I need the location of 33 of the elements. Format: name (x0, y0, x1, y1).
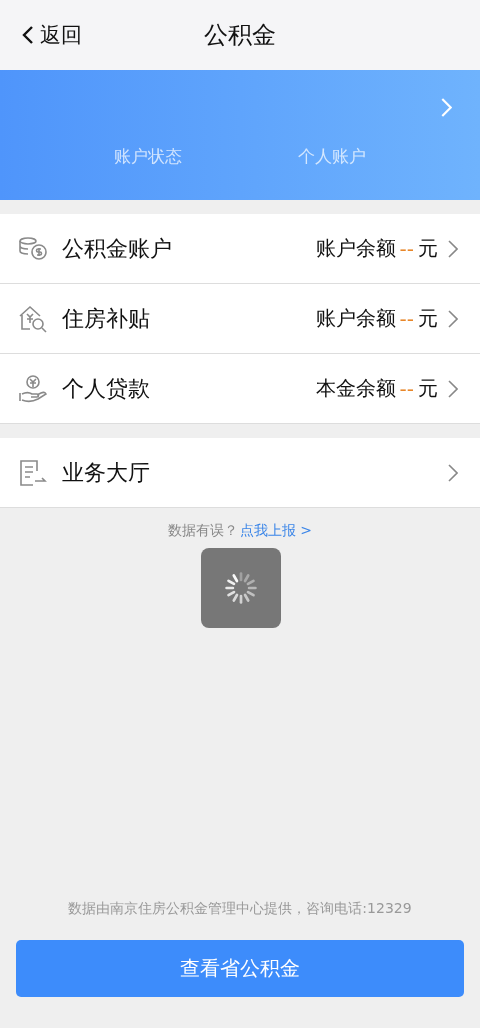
banner-label: 个人账户 (298, 145, 366, 168)
page-title: 公积金 (204, 20, 276, 51)
chevron-right-icon (448, 239, 458, 258)
account-row[interactable]: 个人贷款 本金余额 -- 元 (0, 354, 480, 424)
back-button[interactable]: 返回 (22, 21, 82, 49)
document-icon (18, 458, 48, 487)
coins-icon (18, 235, 48, 262)
row-label: 住房补贴 (62, 304, 150, 333)
balance-label: 本金余额 (315, 375, 396, 402)
hand-coin-icon (18, 374, 48, 403)
row-label: 个人贷款 (62, 374, 150, 403)
balance-label: 账户余额 (315, 305, 396, 332)
service-row[interactable]: 业务大厅 (0, 438, 480, 508)
chevron-right-icon (448, 463, 458, 482)
account-row[interactable]: 住房补贴 账户余额 -- 元 (0, 284, 480, 354)
row-label: 业务大厅 (62, 458, 150, 487)
chevron-right-icon (448, 379, 458, 398)
spinner-icon (223, 570, 259, 606)
balance-value: -- (399, 306, 414, 331)
chevron-right-icon (448, 309, 458, 328)
account-row[interactable]: 公积金账户 账户余额 -- 元 (0, 214, 480, 284)
unit-label: 元 (418, 235, 438, 262)
footer-note: 数据由南京住房公积金管理中心提供，咨询电话:12329 (67, 900, 413, 918)
chevron-right-icon[interactable] (441, 98, 452, 117)
balance-value: -- (399, 376, 414, 401)
unit-label: 元 (418, 375, 438, 402)
unit-label: 元 (418, 305, 438, 332)
banner-label: 账户状态 (114, 145, 182, 168)
house-search-icon (18, 304, 48, 333)
report-prompt: 数据有误？ (167, 522, 238, 540)
balance-label: 账户余额 (315, 235, 396, 262)
row-label: 公积金账户 (62, 234, 172, 263)
balance-value: -- (399, 236, 414, 261)
